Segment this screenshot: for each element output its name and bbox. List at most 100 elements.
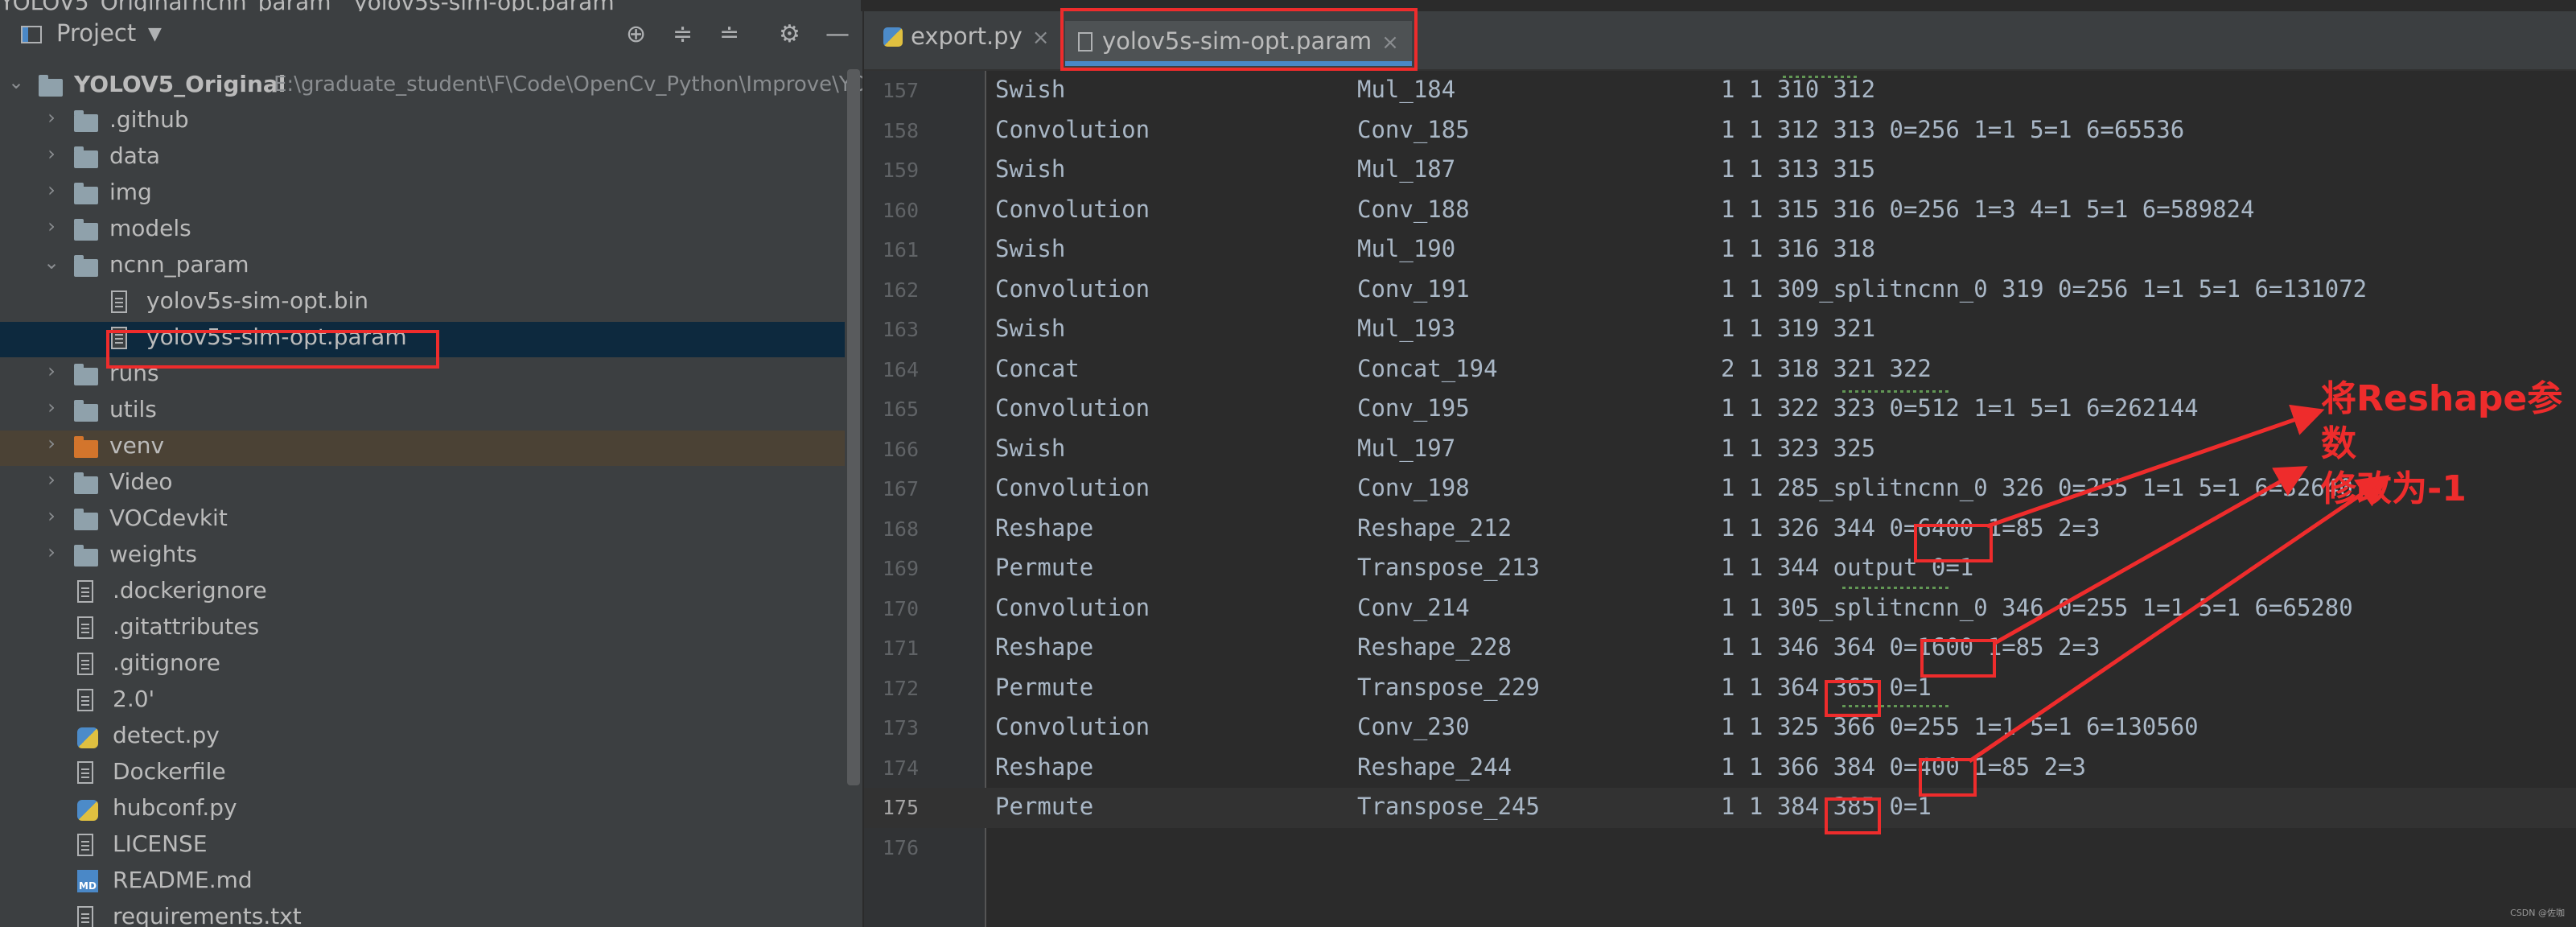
chevron-down-icon[interactable]: ▼	[148, 24, 162, 44]
folder-icon	[39, 75, 63, 97]
code-line[interactable]: 161 Swish Mul_190 1 1 316 318	[864, 230, 2576, 270]
layer-name: Reshape_244	[1357, 752, 1512, 781]
project-window-icon	[21, 26, 42, 43]
layer-params: 1 1 315 316 0=256 1=3 4=1 5=1 6=589824	[1721, 195, 2255, 223]
tree-file-item[interactable]: 2.0'	[0, 684, 845, 719]
layer-params: 1 1 285_splitncnn_0 326 0=255 1=1 5=1 6=…	[1721, 474, 2353, 501]
code-editor[interactable]: 157 Swish Mul_184 1 1 310 312 158 Convolution…	[864, 71, 2576, 927]
code-line[interactable]: 163 Swish Mul_193 1 1 319 321	[864, 310, 2576, 350]
tree-item-label: requirements.txt	[113, 903, 302, 927]
tree-item-label: weights	[109, 541, 197, 567]
code-line[interactable]: 158 Convolution Conv_185 1 1 312 313 0=256 …	[864, 111, 2576, 151]
code-line[interactable]: 166 Swish Mul_197 1 1 323 325	[864, 430, 2576, 470]
code-line[interactable]: 160 Convolution Conv_188 1 1 315 316 0=256 …	[864, 191, 2576, 231]
code-line[interactable]: 173 Convolution Conv_230 1 1 325 366 0=255 …	[864, 708, 2576, 748]
code-line[interactable]: 175 Permute Transpose_245 1 1 384 385 0=1	[864, 788, 2576, 828]
tree-file-item[interactable]: .dockerignore	[0, 575, 845, 611]
tab-export-py[interactable]: export.py ×	[883, 23, 1050, 68]
tree-item-label: README.md	[113, 867, 253, 893]
tree-folder-item[interactable]: › utils	[0, 394, 845, 430]
line-number: 171	[882, 637, 919, 660]
line-number: 164	[882, 357, 919, 381]
chevron-right-icon[interactable]: ›	[42, 505, 61, 527]
expand-all-icon[interactable]: ≑	[673, 23, 693, 47]
chevron-down-icon[interactable]: ⌄	[42, 251, 61, 274]
code-line[interactable]: 174 Reshape Reshape_244 1 1 366 384 0=400 1…	[864, 748, 2576, 789]
layer-name: Concat_194	[1357, 354, 1498, 382]
tree-file-item[interactable]: detect.py	[0, 720, 845, 756]
text-file-icon	[77, 689, 93, 711]
chevron-right-icon[interactable]: ›	[42, 541, 61, 563]
text-file-icon	[111, 290, 127, 313]
python-file-icon	[77, 800, 98, 821]
layer-type: Reshape	[995, 752, 1094, 781]
tree-file-item[interactable]: .gitattributes	[0, 612, 845, 647]
tree-folder-item[interactable]: › img	[0, 177, 845, 212]
line-number: 168	[882, 517, 919, 541]
highlight-box-6400	[1914, 524, 1993, 562]
tree-folder-item[interactable]: › models	[0, 213, 845, 249]
code-line[interactable]: 172 Permute Transpose_229 1 1 364 365 0=1	[864, 669, 2576, 709]
layer-type: Permute	[995, 793, 1094, 820]
code-line[interactable]: 168 Reshape Reshape_212 1 1 326 344 0=6400 …	[864, 509, 2576, 550]
tree-root[interactable]: ⌄ YOLOV5_Original E:\graduate_student\F\…	[0, 69, 862, 105]
annotation-line-2: 修改为-1	[2321, 468, 2467, 509]
chevron-right-icon[interactable]: ›	[42, 106, 61, 129]
close-icon[interactable]: ×	[1032, 26, 1050, 50]
chevron-right-icon[interactable]: ›	[42, 432, 61, 455]
code-line[interactable]: 176	[864, 828, 2576, 868]
tree-file-item[interactable]: LICENSE	[0, 829, 845, 864]
tree-folder-item[interactable]: › .github	[0, 105, 845, 140]
gear-icon[interactable]: ⚙	[779, 23, 800, 47]
tree-folder-item[interactable]: › Video	[0, 467, 845, 502]
code-line[interactable]: 159 Swish Mul_187 1 1 313 315	[864, 150, 2576, 191]
code-line[interactable]: 165 Convolution Conv_195 1 1 322 323 0=512 …	[864, 389, 2576, 430]
tree-item-label: Dockerfile	[113, 758, 226, 785]
chevron-right-icon[interactable]: ›	[42, 468, 61, 491]
tree-file-item[interactable]: hubconf.py	[0, 793, 845, 828]
chevron-right-icon[interactable]: ›	[42, 179, 61, 201]
tree-folder-item[interactable]: › VOCdevkit	[0, 503, 845, 538]
tree-file-item[interactable]: yolov5s-sim-opt.bin	[0, 286, 845, 321]
chevron-right-icon[interactable]: ›	[42, 396, 61, 418]
tree-file-item[interactable]: MD README.md	[0, 865, 845, 900]
line-number: 173	[882, 716, 919, 740]
tree-folder-item[interactable]: › venv	[0, 431, 845, 466]
tree-folder-item[interactable]: › data	[0, 141, 845, 176]
minimize-icon[interactable]: —	[825, 23, 850, 47]
code-line[interactable]: 167 Convolution Conv_198 1 1 285_splitncnn_…	[864, 469, 2576, 509]
watermark: CSDN @佐咖	[2510, 908, 2565, 918]
layer-params: 1 1 323 325	[1721, 434, 1876, 462]
chevron-right-icon[interactable]: ›	[42, 360, 61, 382]
chevron-right-icon[interactable]: ›	[42, 142, 61, 165]
code-line[interactable]: 164 Concat Concat_194 2 1 318 321 322	[864, 350, 2576, 390]
target-icon[interactable]: ⊕	[626, 23, 646, 47]
line-number: 157	[882, 79, 919, 102]
breadcrumb-item[interactable]: YOLOV5_Original	[0, 0, 188, 11]
tree-file-item[interactable]: .gitignore	[0, 648, 845, 683]
tree-item-label: LICENSE	[113, 830, 208, 857]
layer-type: Swish	[995, 235, 1066, 262]
project-scrollbar[interactable]	[847, 69, 860, 785]
collapse-all-icon[interactable]: ≐	[719, 23, 739, 47]
layer-name: Transpose_245	[1357, 793, 1540, 820]
chevron-down-icon[interactable]: ⌄	[6, 71, 26, 93]
code-line[interactable]: 169 Permute Transpose_213 1 1 344 output 0=…	[864, 549, 2576, 589]
code-line[interactable]: 162 Convolution Conv_191 1 1 309_splitncnn_…	[864, 270, 2576, 311]
tree-folder-item[interactable]: › weights	[0, 539, 845, 575]
spelling-underline	[1842, 390, 1948, 393]
layer-name: Reshape_212	[1357, 513, 1512, 542]
code-line[interactable]: 170 Convolution Conv_214 1 1 305_splitncnn_…	[864, 589, 2576, 629]
tree-file-item[interactable]: Dockerfile	[0, 756, 845, 792]
code-line[interactable]: 157 Swish Mul_184 1 1 310 312	[864, 71, 2576, 111]
code-line[interactable]: 171 Reshape Reshape_228 1 1 346 364 0=1600 …	[864, 628, 2576, 669]
tree-item-label: utils	[109, 396, 157, 422]
breadcrumb-item[interactable]: yolov5s-sim-opt.param	[354, 0, 615, 11]
tree-file-item[interactable]: requirements.txt	[0, 901, 845, 927]
breadcrumb-item[interactable]: ncnn_param	[191, 0, 331, 11]
spelling-underline	[1783, 76, 1860, 78]
tree-folder-item[interactable]: ⌄ ncnn_param	[0, 249, 845, 285]
layer-type: Reshape	[995, 513, 1094, 542]
chevron-right-icon[interactable]: ›	[42, 215, 61, 237]
project-panel-title[interactable]: Project	[56, 19, 136, 47]
